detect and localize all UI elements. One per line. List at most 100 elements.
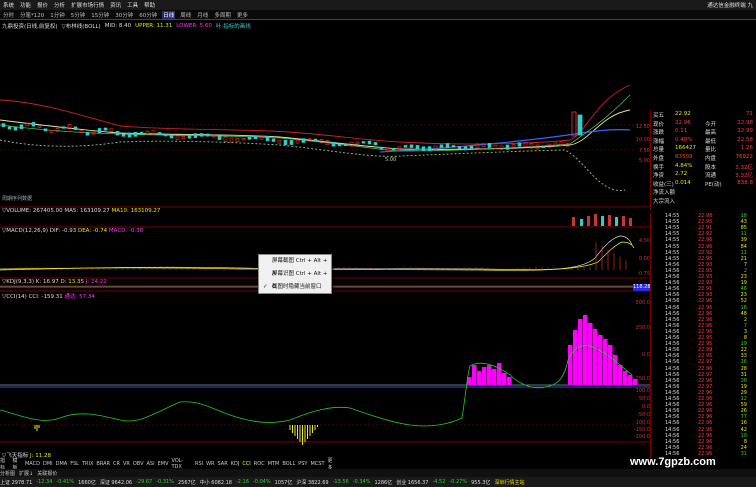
- candle: [163, 133, 168, 137]
- indicator-tab[interactable]: WR: [206, 461, 214, 467]
- candle: [493, 144, 498, 149]
- indicator-tab[interactable]: ROC: [254, 461, 265, 467]
- indicator-tab[interactable]: BOLL: [282, 461, 295, 467]
- volume-ma5: MA5: 163109.27: [64, 208, 110, 214]
- menu-item[interactable]: 资讯: [110, 1, 121, 9]
- trade-volume: 23: [740, 274, 747, 280]
- analysis-tab[interactable]: 扩展↓: [19, 470, 33, 477]
- candle: [49, 130, 54, 133]
- indicator-tab[interactable]: TRIX: [82, 461, 93, 467]
- candle: [451, 145, 456, 148]
- cci-magenta-bars: [467, 315, 638, 385]
- kdj-label: ▽KDJ(9,3,3): [2, 279, 34, 285]
- indicator-tab[interactable]: CCI: [242, 461, 250, 467]
- candle: [385, 148, 390, 151]
- status-item: 2567亿: [177, 479, 196, 486]
- period-tab[interactable]: 5分钟: [70, 11, 87, 19]
- macd-label-row: ▽MACD(12,26,9) DIF: -0.93 DEA: -0.74 MAC…: [2, 228, 143, 234]
- chart-area[interactable]: 5.00 周期序列数据: [0, 30, 650, 447]
- trade-volume: 12: [740, 396, 747, 402]
- indicator-tab[interactable]: KDJ: [231, 461, 240, 467]
- trade-price: 22.96: [698, 298, 713, 305]
- indicator-tab[interactable]: SAR: [218, 461, 228, 467]
- period-tab[interactable]: 15分钟: [90, 11, 110, 19]
- candle: [133, 131, 138, 137]
- quote-row: 大宗流入-539.2万: [653, 197, 755, 206]
- kdj-value-box: 118.28: [633, 284, 651, 291]
- trade-volume: 22: [740, 347, 747, 354]
- menu-item[interactable]: 报价: [37, 1, 48, 9]
- period-tab[interactable]: 多周期: [213, 11, 232, 19]
- trade-time: 14:56: [665, 414, 680, 421]
- candle: [313, 138, 318, 142]
- cci-bar: [507, 377, 512, 385]
- quote-row: 涨跌 0.11 最高 22.99: [653, 128, 755, 137]
- menu-item[interactable]: 扩展市场行情: [71, 1, 104, 9]
- trade-price: 22.96: [698, 438, 713, 445]
- analysis-tab[interactable]: 分析图: [0, 470, 15, 477]
- period-tab[interactable]: 月线: [196, 11, 209, 19]
- status-item: -0.31%: [156, 479, 174, 485]
- context-menu-item[interactable]: 屏幕截图 Ctrl + Alt + A: [259, 255, 331, 277]
- boll-upper-line: [0, 84, 631, 145]
- analysis-tabs: 分析图 扩展↓ 关联报价: [0, 469, 756, 477]
- candle: [331, 141, 336, 147]
- period-tab[interactable]: 30分钟: [114, 11, 134, 19]
- indicator-tab[interactable]: MTM: [268, 461, 280, 467]
- cci-bar: [477, 371, 482, 385]
- indicator-tab[interactable]: DMA: [56, 461, 68, 467]
- period-tab[interactable]: 周线: [179, 11, 192, 19]
- trade-ticks-panel[interactable]: 14:55 22.98 18 14:55 22.95 43 14:55 22.91 85 14:5…: [650, 213, 756, 458]
- indicator-tab[interactable]: MCST: [310, 461, 324, 467]
- trade-time: 14:56: [665, 359, 680, 366]
- period-tab[interactable]: 日线: [162, 10, 176, 19]
- indicator-name[interactable]: ▽布林线(BOLL): [62, 22, 101, 30]
- candle: [205, 133, 210, 137]
- menu-item[interactable]: 分析: [54, 1, 65, 9]
- signal-ytick: 50.0: [638, 396, 650, 402]
- trade-time: 14:56: [665, 292, 680, 299]
- quote-value: 166427: [675, 145, 696, 152]
- period-tab[interactable]: 更多: [236, 11, 249, 19]
- cci-bar: [608, 345, 613, 385]
- candle: [175, 135, 180, 140]
- menu-item[interactable]: 帮助: [144, 1, 155, 9]
- indicator-tab[interactable]: BRAR: [96, 461, 110, 467]
- quote-label: 外盘: [653, 156, 665, 162]
- indicator-tab[interactable]: ASI: [147, 461, 155, 467]
- menu-item[interactable]: 系统: [3, 1, 14, 9]
- trade-time: 14:56: [665, 371, 680, 378]
- period-tab[interactable]: 60分钟: [138, 11, 158, 19]
- status-item: -0.27%: [449, 479, 468, 485]
- indicator-tab[interactable]: FSL: [70, 461, 79, 467]
- status-item: 深证 9642.06: [99, 479, 133, 486]
- period-tab[interactable]: 1分钟: [49, 11, 66, 19]
- indicator-tab[interactable]: OBV: [133, 461, 144, 467]
- indicator-tab[interactable]: RSI: [195, 461, 203, 467]
- period-tab[interactable]: 分笔*120: [19, 11, 45, 19]
- context-menu-item[interactable]: ✓ 截图时隐藏当前窗口: [259, 281, 331, 294]
- quote-panel: 买五 22.92 71 现价 22.96 今开 22.98 涨跌 0.11 最高 22.99 涨幅 0.…: [650, 110, 756, 210]
- analysis-tab[interactable]: 关联报价: [37, 470, 57, 477]
- indicator-tab[interactable]: DMI: [43, 461, 53, 467]
- status-item: -4.52: [432, 479, 446, 485]
- quote-row: 净资 2.72 流通 3.32亿: [653, 171, 755, 180]
- indicator-tab[interactable]: MACD: [25, 461, 40, 467]
- trade-price: 22.95: [698, 341, 713, 348]
- trade-time: 14:55: [665, 255, 680, 262]
- quote-value: 22.98: [737, 119, 753, 126]
- trade-volume: 48: [740, 310, 747, 317]
- indicator-tab[interactable]: PSY: [298, 461, 307, 467]
- period-tab[interactable]: 分时: [2, 11, 15, 19]
- trade-volume: 19: [740, 280, 747, 287]
- indicator-tab[interactable]: CR: [113, 461, 120, 467]
- context-menu-item[interactable]: 屏幕识图 Ctrl + Alt + O: [259, 268, 331, 290]
- menu-item[interactable]: 工具: [127, 1, 138, 9]
- indicator-tab[interactable]: EMV: [158, 461, 169, 467]
- indicator-tab[interactable]: VR: [123, 461, 130, 467]
- candle: [43, 128, 48, 132]
- candle: [361, 141, 366, 144]
- kdj-j: J: 24.22: [85, 279, 107, 285]
- candle: [277, 139, 282, 144]
- menu-item[interactable]: 功能: [20, 1, 31, 9]
